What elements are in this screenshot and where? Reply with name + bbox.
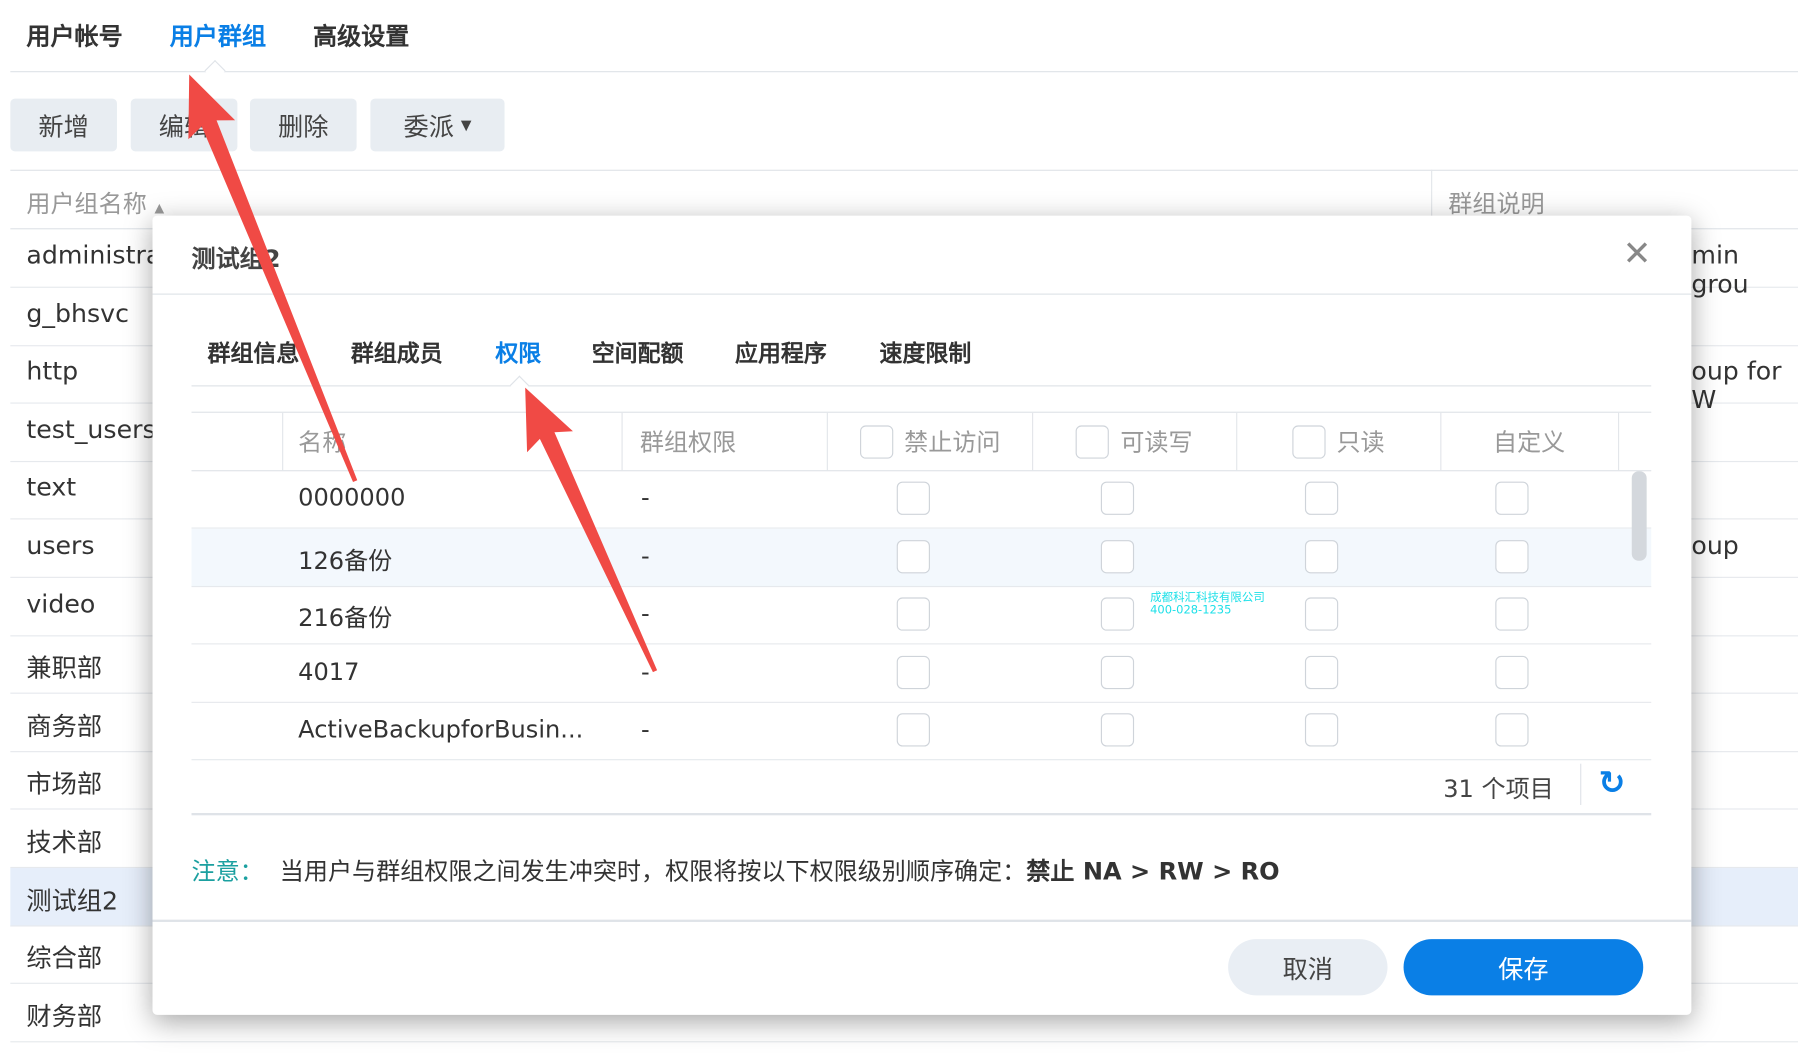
red-arrow-icon xyxy=(525,387,658,673)
annotation-arrows xyxy=(188,74,658,673)
red-arrow-icon xyxy=(188,74,358,483)
